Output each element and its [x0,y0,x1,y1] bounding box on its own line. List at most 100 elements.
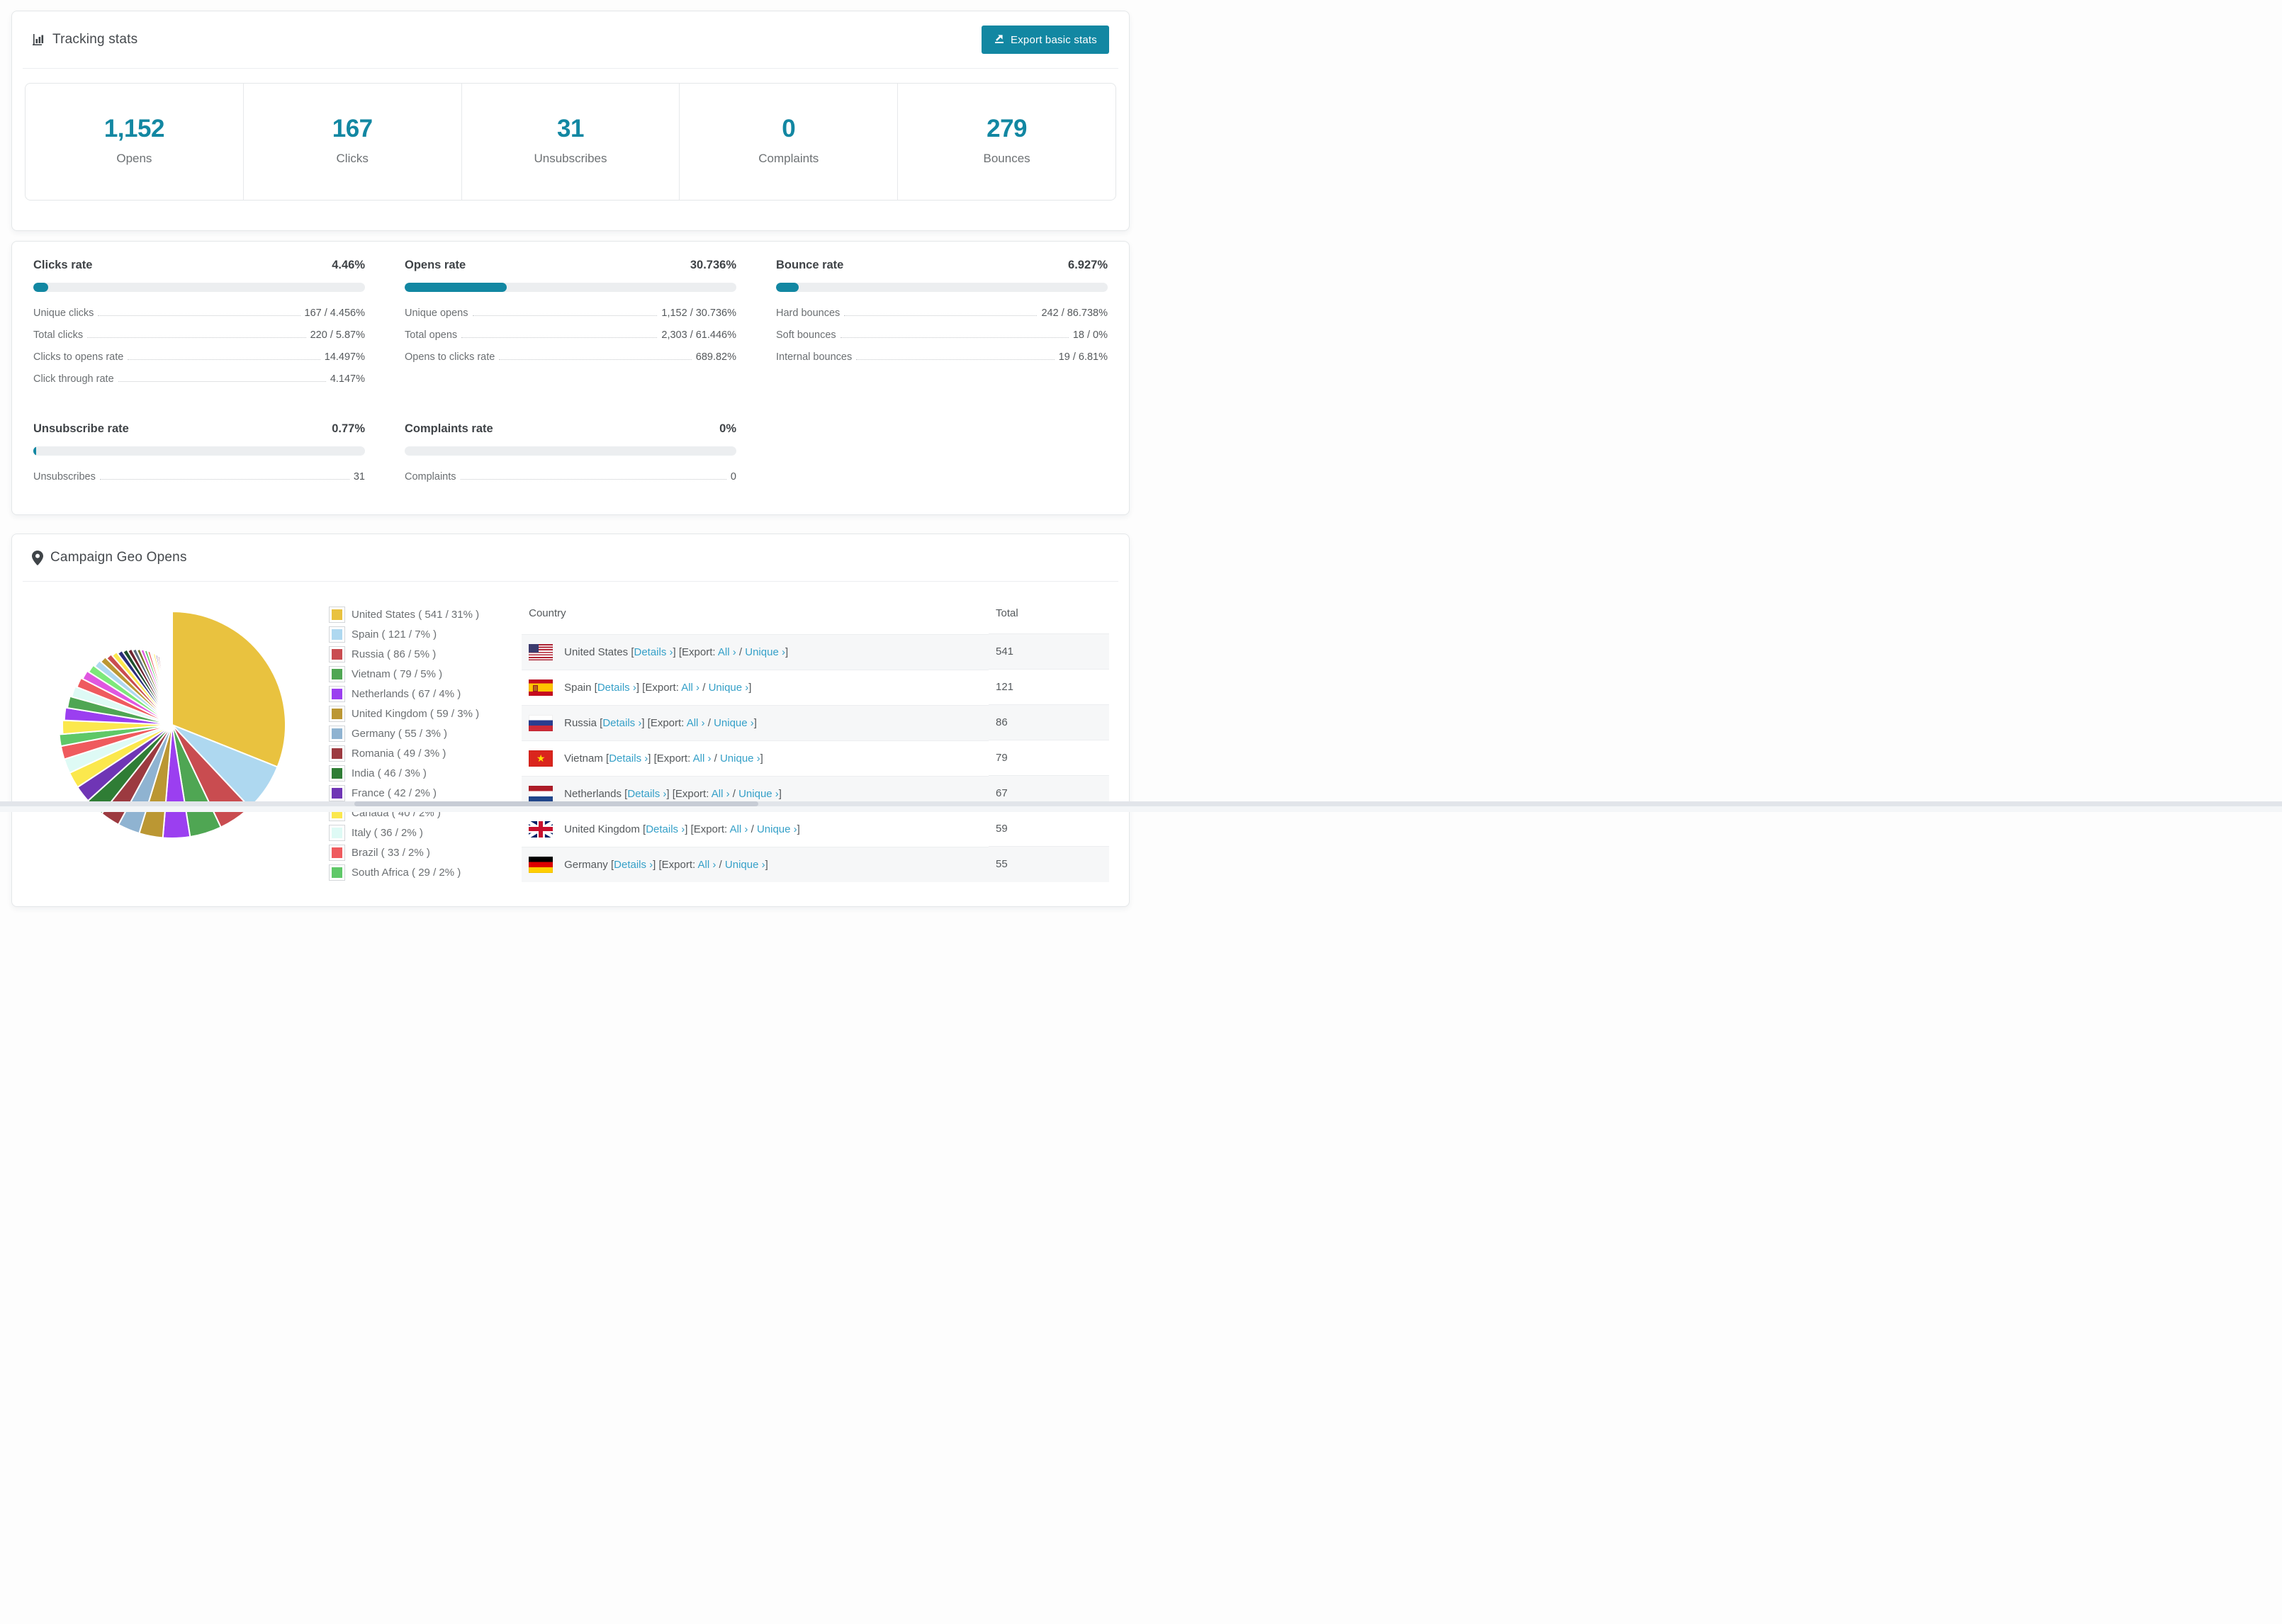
total-value: 55 [989,846,1109,882]
geo-pie-legend: United States ( 541 / 31% ) Spain ( 121 /… [329,607,479,885]
stat-row: Total opens 2,303 / 61.446% [405,329,736,341]
export-all-link-vn[interactable]: All › [693,752,712,765]
stat-row: Opens to clicks rate 689.82% [405,351,736,363]
scrollbar-thumb[interactable] [354,801,758,806]
unsubscribe-rate-section: Unsubscribe rate 0.77% Unsubscribes 31 [33,422,365,493]
geo-opens-title: Campaign Geo Opens [32,550,187,565]
details-link-ru[interactable]: Details › [602,717,641,729]
details-link-gb[interactable]: Details › [646,823,685,835]
legend-swatch [329,666,345,682]
vn-flag-icon [529,750,553,767]
table-row-gb: United Kingdom [Details ›] [Export: All … [522,811,1109,847]
es-flag-icon [529,679,553,696]
summary-clicks: 167 Clicks [242,84,461,200]
column-country: Country [529,607,566,620]
export-all-link-gb[interactable]: All › [730,823,748,835]
legend-item-spain[interactable]: Spain ( 121 / 7% ) [329,626,479,643]
bounce-rate-value: 6.927% [1068,259,1108,271]
clicks-rate-section: Clicks rate 4.46% Unique clicks 167 / 4.4… [33,259,365,395]
details-link-us[interactable]: Details › [634,646,673,658]
export-all-link-ru[interactable]: All › [687,717,705,729]
export-unique-link-gb[interactable]: Unique › [757,823,797,835]
export-all-link-de[interactable]: All › [698,859,716,871]
gb-flag-icon [529,821,553,838]
scrollbar-track[interactable] [0,801,2282,806]
table-row-vn: Vietnam [Details ›] [Export: All › / Uni… [522,740,1109,776]
details-link-es[interactable]: Details › [597,682,636,694]
legend-item-brazil[interactable]: Brazil ( 33 / 2% ) [329,845,479,861]
geo-opens-card: Campaign Geo Opens United States ( 541 /… [11,534,1130,907]
summary-bounces: 279 Bounces [897,84,1115,200]
legend-swatch [329,785,345,801]
legend-swatch [329,864,345,881]
header-divider [23,68,1118,69]
stat-row: Unsubscribes 31 [33,471,365,483]
legend-swatch [329,726,345,742]
legend-item-united-kingdom[interactable]: United Kingdom ( 59 / 3% ) [329,706,479,722]
export-all-link-us[interactable]: All › [718,646,736,658]
geo-pie-chart[interactable] [52,604,293,849]
summary-strip: 1,152 Opens 167 Clicks 31 Unsubscribes 0 Compla… [25,83,1116,201]
ru-flag-icon [529,714,553,731]
bottom-scrollbar [0,801,2282,812]
legend-swatch [329,825,345,841]
clicks-rate-value: 4.46% [332,259,365,271]
export-unique-link-ru[interactable]: Unique › [714,717,754,729]
bar-chart-icon [32,33,45,47]
opens-rate-title: Opens rate [405,259,466,271]
de-flag-icon [529,856,553,873]
geo-table: Country Total United States [Details ›] … [522,594,1109,882]
export-unique-link-nl[interactable]: Unique › [738,788,779,800]
stat-row: Soft bounces 18 / 0% [776,329,1108,341]
summary-opens: 1,152 Opens [103,115,165,165]
column-total: Total [996,607,1018,619]
legend-item-russia[interactable]: Russia ( 86 / 5% ) [329,646,479,662]
export-all-link-es[interactable]: All › [681,682,699,694]
geo-table-header-row: Country Total [522,594,1109,634]
legend-item-italy[interactable]: Italy ( 36 / 2% ) [329,825,479,841]
opens-rate-section: Opens rate 30.736% Unique opens 1,152 / 3… [405,259,736,395]
legend-item-vietnam[interactable]: Vietnam ( 79 / 5% ) [329,666,479,682]
legend-swatch [329,745,345,762]
total-value: 59 [989,811,1109,847]
complaints-rate-section: Complaints rate 0% Complaints 0 [405,422,736,493]
details-link-vn[interactable]: Details › [609,752,648,765]
export-basic-stats-button[interactable]: Export basic stats [982,26,1109,54]
legend-item-france[interactable]: France ( 42 / 2% ) [329,785,479,801]
legend-swatch [329,686,345,702]
clicks-rate-progressbar [33,283,365,292]
export-unique-link-de[interactable]: Unique › [725,859,765,871]
opens-rate-value: 30.736% [690,259,736,271]
total-value: 86 [989,704,1109,740]
tracking-stats-title: Tracking stats [32,32,137,47]
nl-flag-icon [529,785,553,802]
legend-item-netherlands[interactable]: Netherlands ( 67 / 4% ) [329,686,479,702]
stat-row: Internal bounces 19 / 6.81% [776,351,1108,363]
export-unique-link-us[interactable]: Unique › [745,646,785,658]
clicks-rate-title: Clicks rate [33,259,93,271]
stat-row: Unique opens 1,152 / 30.736% [405,308,736,319]
total-value: 121 [989,669,1109,705]
legend-swatch [329,765,345,782]
export-unique-link-vn[interactable]: Unique › [720,752,760,765]
export-all-link-nl[interactable]: All › [712,788,730,800]
complaints-rate-value: 0% [719,422,736,435]
legend-swatch [329,626,345,643]
stat-row: Click through rate 4.147% [33,373,365,385]
stat-row: Unique clicks 167 / 4.456% [33,308,365,319]
total-value: 79 [989,740,1109,776]
us-flag-icon [529,643,553,660]
tracking-stats-card: Tracking stats Export basic stats 1,152 O… [11,11,1130,231]
legend-item-germany[interactable]: Germany ( 55 / 3% ) [329,726,479,742]
legend-item-south-africa[interactable]: South Africa ( 29 / 2% ) [329,864,479,881]
legend-item-india[interactable]: India ( 46 / 3% ) [329,765,479,782]
export-unique-link-es[interactable]: Unique › [709,682,749,694]
legend-item-romania[interactable]: Romania ( 49 / 3% ) [329,745,479,762]
summary-unsubscribes: 31 Unsubscribes [461,84,680,200]
unsubscribe-rate-progressbar [33,446,365,456]
legend-item-united-states[interactable]: United States ( 541 / 31% ) [329,607,479,623]
complaints-rate-progressbar [405,446,736,456]
unsubscribe-rate-value: 0.77% [332,422,365,435]
details-link-de[interactable]: Details › [614,859,653,871]
details-link-nl[interactable]: Details › [627,788,666,800]
